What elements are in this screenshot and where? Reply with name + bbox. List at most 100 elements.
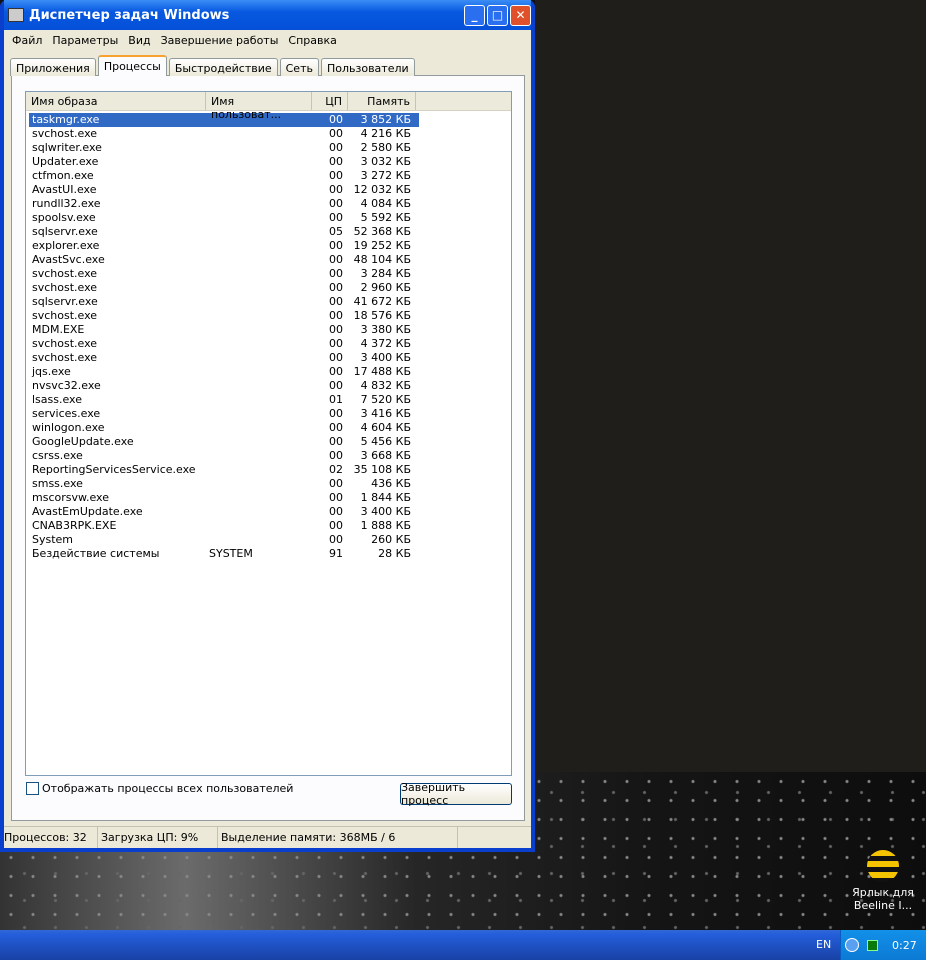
process-user — [206, 379, 312, 393]
process-row[interactable]: services.exe 00 3 416 КБ — [29, 407, 511, 421]
tab-performance[interactable]: Быстродействие — [168, 58, 278, 76]
process-row[interactable]: AvastEmUpdate.exe 00 3 400 КБ — [29, 505, 511, 519]
process-row[interactable]: svchost.exe 00 3 284 КБ — [29, 267, 511, 281]
tray-expand-icon[interactable] — [845, 938, 859, 952]
process-row[interactable]: sqlwriter.exe 00 2 580 КБ — [29, 141, 511, 155]
column-memory[interactable]: Память — [348, 92, 416, 110]
checkbox-box[interactable] — [26, 782, 39, 795]
menu-shutdown[interactable]: Завершение работы — [156, 34, 284, 47]
tab-processes[interactable]: Процессы — [97, 55, 167, 76]
process-row[interactable]: AvastSvc.exe 00 48 104 КБ — [29, 253, 511, 267]
column-user-name[interactable]: Имя пользоват... — [206, 92, 312, 121]
process-row[interactable]: GoogleUpdate.exe 00 5 456 КБ — [29, 435, 511, 449]
end-process-button[interactable]: Завершить процесс — [400, 781, 512, 807]
process-name: sqlwriter.exe — [32, 141, 102, 154]
process-cpu: 00 — [329, 491, 343, 504]
process-row[interactable]: smss.exe 00 436 КБ — [29, 477, 511, 491]
column-cpu[interactable]: ЦП — [312, 92, 348, 110]
process-memory: 4 372 КБ — [360, 337, 411, 350]
clock[interactable]: 0:27 — [892, 939, 917, 952]
process-memory: 3 416 КБ — [360, 407, 411, 420]
process-memory: 12 032 КБ — [353, 183, 411, 196]
process-row[interactable]: svchost.exe 00 18 576 КБ — [29, 309, 511, 323]
process-row[interactable]: explorer.exe 00 19 252 КБ — [29, 239, 511, 253]
close-button[interactable]: ✕ — [510, 4, 531, 26]
process-row[interactable]: jqs.exe 00 17 488 КБ — [29, 365, 511, 379]
process-row[interactable]: Updater.exe 00 3 032 КБ — [29, 155, 511, 169]
process-user — [206, 225, 312, 239]
process-list[interactable]: Имя образа Имя пользоват... ЦП Память ta… — [25, 91, 512, 776]
process-row[interactable]: nvsvc32.exe 00 4 832 КБ — [29, 379, 511, 393]
menu-help[interactable]: Справка — [283, 34, 341, 47]
menu-options[interactable]: Параметры — [47, 34, 123, 47]
process-cpu: 00 — [329, 449, 343, 462]
language-indicator[interactable]: EN — [816, 938, 831, 951]
process-name: svchost.exe — [32, 309, 98, 322]
process-row[interactable]: taskmgr.exe 00 3 852 КБ — [29, 113, 419, 127]
process-row[interactable]: csrss.exe 00 3 668 КБ — [29, 449, 511, 463]
process-memory: 52 368 КБ — [353, 225, 411, 238]
tab-networking[interactable]: Сеть — [279, 58, 319, 76]
show-all-users-label: Отображать процессы всех пользователей — [42, 782, 294, 795]
process-row[interactable]: svchost.exe 00 4 216 КБ — [29, 127, 511, 141]
process-row[interactable]: winlogon.exe 00 4 604 КБ — [29, 421, 511, 435]
process-memory: 260 КБ — [371, 533, 411, 546]
process-user: SYSTEM — [209, 547, 253, 560]
process-user — [206, 477, 312, 491]
tab-users[interactable]: Пользователи — [320, 58, 415, 76]
menu-file[interactable]: Файл — [7, 34, 47, 47]
process-memory: 19 252 КБ — [353, 239, 411, 252]
process-user — [206, 253, 312, 267]
process-memory: 3 668 КБ — [360, 449, 411, 462]
process-row[interactable]: sqlservr.exe 00 41 672 КБ — [29, 295, 511, 309]
tab-applications[interactable]: Приложения — [10, 58, 96, 76]
show-all-users-checkbox[interactable]: Отображать процессы всех пользователей — [26, 782, 293, 795]
process-user — [206, 533, 312, 547]
title-bar[interactable]: Диспетчер задач Windows _ □ ✕ — [4, 0, 531, 30]
process-name: ctfmon.exe — [32, 169, 94, 182]
minimize-button[interactable]: _ — [464, 4, 485, 26]
process-cpu: 00 — [329, 477, 343, 490]
process-user — [206, 127, 312, 141]
process-name: nvsvc32.exe — [32, 379, 101, 392]
process-name: sqlservr.exe — [32, 295, 98, 308]
column-image-name[interactable]: Имя образа — [26, 92, 206, 110]
task-manager-tray-icon[interactable] — [867, 939, 878, 951]
process-memory: 4 084 КБ — [360, 197, 411, 210]
process-row[interactable]: ReportingServicesService.exe 02 35 108 КБ — [29, 463, 511, 477]
process-row[interactable]: svchost.exe 00 4 372 КБ — [29, 337, 511, 351]
process-row[interactable]: CNAB3RPK.EXE 00 1 888 КБ — [29, 519, 511, 533]
process-name: spoolsv.exe — [32, 211, 96, 224]
process-user — [206, 113, 312, 127]
process-row[interactable]: AvastUI.exe 00 12 032 КБ — [29, 183, 511, 197]
process-memory: 2 580 КБ — [360, 141, 411, 154]
desktop-icon-beeline[interactable]: Ярлык для Beeline I... — [850, 850, 916, 912]
process-cpu: 00 — [329, 253, 343, 266]
menu-view[interactable]: Вид — [123, 34, 155, 47]
process-row[interactable]: spoolsv.exe 00 5 592 КБ — [29, 211, 511, 225]
process-name: lsass.exe — [32, 393, 82, 406]
task-manager-icon — [8, 8, 24, 22]
process-row[interactable]: svchost.exe 00 3 400 КБ — [29, 351, 511, 365]
process-name: Updater.exe — [32, 155, 99, 168]
process-cpu: 00 — [329, 351, 343, 364]
process-user — [206, 365, 312, 379]
process-name: svchost.exe — [32, 127, 98, 140]
process-name: taskmgr.exe — [32, 113, 100, 126]
process-row[interactable]: System 00 260 КБ — [29, 533, 511, 547]
process-row[interactable]: lsass.exe 01 7 520 КБ — [29, 393, 511, 407]
process-user — [206, 463, 312, 477]
process-row[interactable]: mscorsvw.exe 00 1 844 КБ — [29, 491, 511, 505]
process-row[interactable]: rundll32.exe 00 4 084 КБ — [29, 197, 511, 211]
process-row[interactable]: Бездействие системы SYSTEM 91 28 КБ — [29, 547, 511, 561]
process-user — [206, 519, 312, 533]
process-row[interactable]: svchost.exe 00 2 960 КБ — [29, 281, 511, 295]
process-user — [206, 169, 312, 183]
process-row[interactable]: ctfmon.exe 00 3 272 КБ — [29, 169, 511, 183]
process-cpu: 00 — [329, 197, 343, 210]
process-row[interactable]: sqlservr.exe 05 52 368 КБ — [29, 225, 511, 239]
process-row[interactable]: MDM.EXE 00 3 380 КБ — [29, 323, 511, 337]
process-user — [206, 505, 312, 519]
process-cpu: 00 — [329, 239, 343, 252]
maximize-button[interactable]: □ — [487, 4, 508, 26]
